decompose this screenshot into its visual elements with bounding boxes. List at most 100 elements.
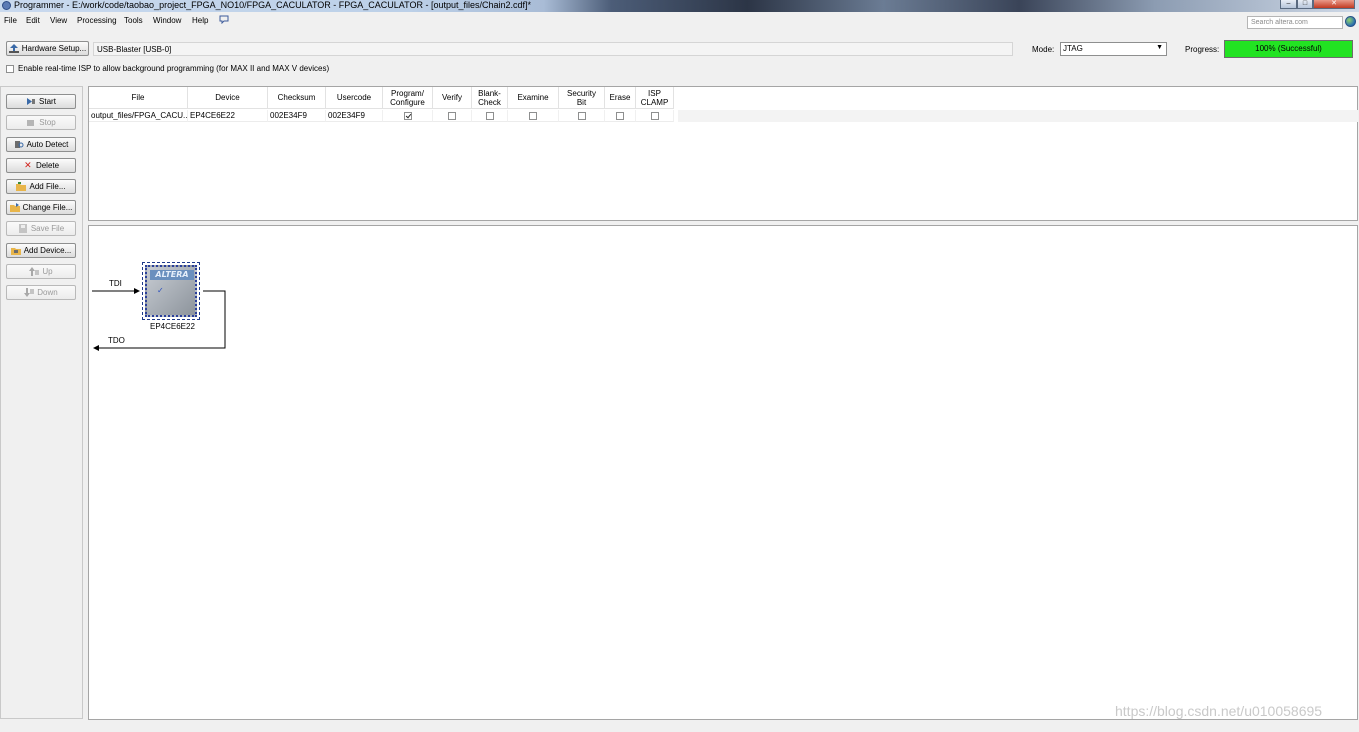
- progress-label: Progress:: [1185, 45, 1220, 54]
- menu-help[interactable]: Help: [192, 16, 208, 25]
- hardware-setup-button[interactable]: Hardware Setup...: [6, 41, 89, 56]
- device-table: File Device Checksum Usercode Program/ C…: [88, 86, 1358, 221]
- auto-detect-button[interactable]: Auto Detect: [6, 137, 76, 152]
- change-file-label: Change File...: [22, 203, 73, 212]
- menu-window[interactable]: Window: [153, 16, 181, 25]
- cell-erase: [605, 110, 636, 122]
- isp-clamp-checkbox[interactable]: [650, 111, 659, 120]
- isp-label: Enable real-time ISP to allow background…: [18, 64, 330, 73]
- add-device-icon: [10, 246, 21, 255]
- delete-icon: ✕: [24, 160, 32, 170]
- up-icon: [29, 267, 40, 276]
- down-label: Down: [37, 288, 58, 297]
- up-button[interactable]: Up: [6, 264, 76, 279]
- column-usercode[interactable]: Usercode: [326, 87, 383, 109]
- column-device[interactable]: Device: [188, 87, 268, 109]
- change-file-icon: [9, 203, 20, 212]
- cell-blank-check: [472, 110, 508, 122]
- stop-label: Stop: [39, 118, 56, 127]
- title-bar: Programmer - E:/work/code/taobao_project…: [0, 0, 1359, 12]
- isp-option[interactable]: Enable real-time ISP to allow background…: [6, 64, 329, 73]
- erase-checkbox[interactable]: [616, 111, 624, 120]
- menu-view[interactable]: View: [50, 16, 67, 25]
- add-device-label: Add Device...: [23, 246, 72, 255]
- menu-processing[interactable]: Processing: [77, 16, 117, 25]
- add-file-button[interactable]: Add File...: [6, 179, 76, 194]
- maximize-button[interactable]: □: [1297, 0, 1313, 9]
- up-label: Up: [42, 267, 53, 276]
- search-input[interactable]: Search altera.com: [1247, 16, 1343, 29]
- cell-device[interactable]: EP4CE6E22: [188, 110, 268, 122]
- down-button[interactable]: Down: [6, 285, 76, 300]
- column-program-configure[interactable]: Program/ Configure: [383, 87, 433, 109]
- column-checksum[interactable]: Checksum: [268, 87, 326, 109]
- add-file-icon: [16, 182, 27, 191]
- cell-checksum: 002E34F9: [268, 110, 326, 122]
- mode-label: Mode:: [1032, 45, 1055, 54]
- change-file-button[interactable]: Change File...: [6, 200, 76, 215]
- check-icon: ✓: [157, 286, 164, 295]
- stop-icon: [26, 118, 36, 127]
- hardware-field: USB-Blaster [USB-0]: [93, 42, 1013, 56]
- hardware-setup-label: Hardware Setup...: [21, 44, 87, 53]
- auto-detect-icon: [14, 140, 24, 149]
- minimize-button[interactable]: –: [1280, 0, 1297, 9]
- altera-logo: ALTERA: [150, 270, 194, 280]
- column-examine[interactable]: Examine: [508, 87, 559, 109]
- help-context-icon[interactable]: [219, 15, 229, 25]
- table-row[interactable]: output_files/FPGA_CACU... EP4CE6E22 002E…: [89, 110, 674, 122]
- save-file-label: Save File: [30, 224, 65, 233]
- verify-checkbox[interactable]: [448, 111, 456, 120]
- table-header: File Device Checksum Usercode Program/ C…: [89, 87, 674, 109]
- menu-tools[interactable]: Tools: [124, 16, 143, 25]
- program-configure-checkbox[interactable]: [403, 111, 412, 120]
- close-button[interactable]: ✕: [1313, 0, 1355, 9]
- app-icon: [2, 1, 11, 10]
- start-icon: [26, 97, 36, 106]
- isp-checkbox[interactable]: [6, 64, 14, 73]
- add-device-button[interactable]: Add Device...: [6, 243, 76, 258]
- menu-file[interactable]: File: [4, 16, 17, 25]
- cell-file[interactable]: output_files/FPGA_CACU...: [89, 110, 188, 122]
- start-button[interactable]: Start: [6, 94, 76, 109]
- delete-label: Delete: [35, 161, 60, 170]
- progress-bar: 100% (Successful): [1224, 40, 1353, 58]
- column-verify[interactable]: Verify: [433, 87, 472, 109]
- save-file-button[interactable]: Save File: [6, 221, 76, 236]
- menu-bar: File Edit View Processing Tools Window H…: [0, 13, 1359, 29]
- window-title: Programmer - E:/work/code/taobao_project…: [14, 0, 532, 10]
- blank-check-checkbox[interactable]: [485, 111, 494, 120]
- stop-button[interactable]: Stop: [6, 115, 76, 130]
- hardware-setup-icon: [8, 44, 19, 53]
- column-security-bit[interactable]: Security Bit: [559, 87, 605, 109]
- cell-isp-clamp: [636, 110, 674, 122]
- jtag-chain-panel: TDI TDO ALTERA ✓ EP4CE6E22: [88, 225, 1358, 720]
- chevron-down-icon: ▼: [1156, 44, 1163, 51]
- column-erase[interactable]: Erase: [605, 87, 636, 109]
- mode-value: JTAG: [1063, 44, 1083, 53]
- column-blank-check[interactable]: Blank- Check: [472, 87, 508, 109]
- cell-usercode: 002E34F9: [326, 110, 383, 122]
- chip-body: ALTERA ✓: [145, 265, 197, 317]
- down-icon: [24, 288, 35, 297]
- delete-button[interactable]: ✕ Delete: [6, 158, 76, 173]
- device-chip[interactable]: ALTERA ✓: [142, 262, 200, 320]
- tdo-label: TDO: [108, 336, 125, 345]
- examine-checkbox[interactable]: [529, 111, 537, 120]
- auto-detect-label: Auto Detect: [26, 140, 69, 149]
- mode-select[interactable]: JTAG ▼: [1060, 42, 1167, 56]
- globe-icon[interactable]: [1345, 16, 1356, 27]
- column-file[interactable]: File: [89, 87, 188, 109]
- add-file-label: Add File...: [29, 182, 66, 191]
- row-tail: [678, 110, 1358, 122]
- menu-edit[interactable]: Edit: [26, 16, 40, 25]
- cell-security-bit: [559, 110, 605, 122]
- cell-examine: [508, 110, 559, 122]
- security-bit-checkbox[interactable]: [577, 111, 586, 120]
- progress-text: 100% (Successful): [1255, 44, 1322, 53]
- device-label: EP4CE6E22: [150, 322, 195, 331]
- tdi-label: TDI: [109, 279, 122, 288]
- column-isp-clamp[interactable]: ISP CLAMP: [636, 87, 674, 109]
- watermark: https://blog.csdn.net/u010058695: [1115, 703, 1323, 719]
- cell-program-configure: [383, 110, 433, 122]
